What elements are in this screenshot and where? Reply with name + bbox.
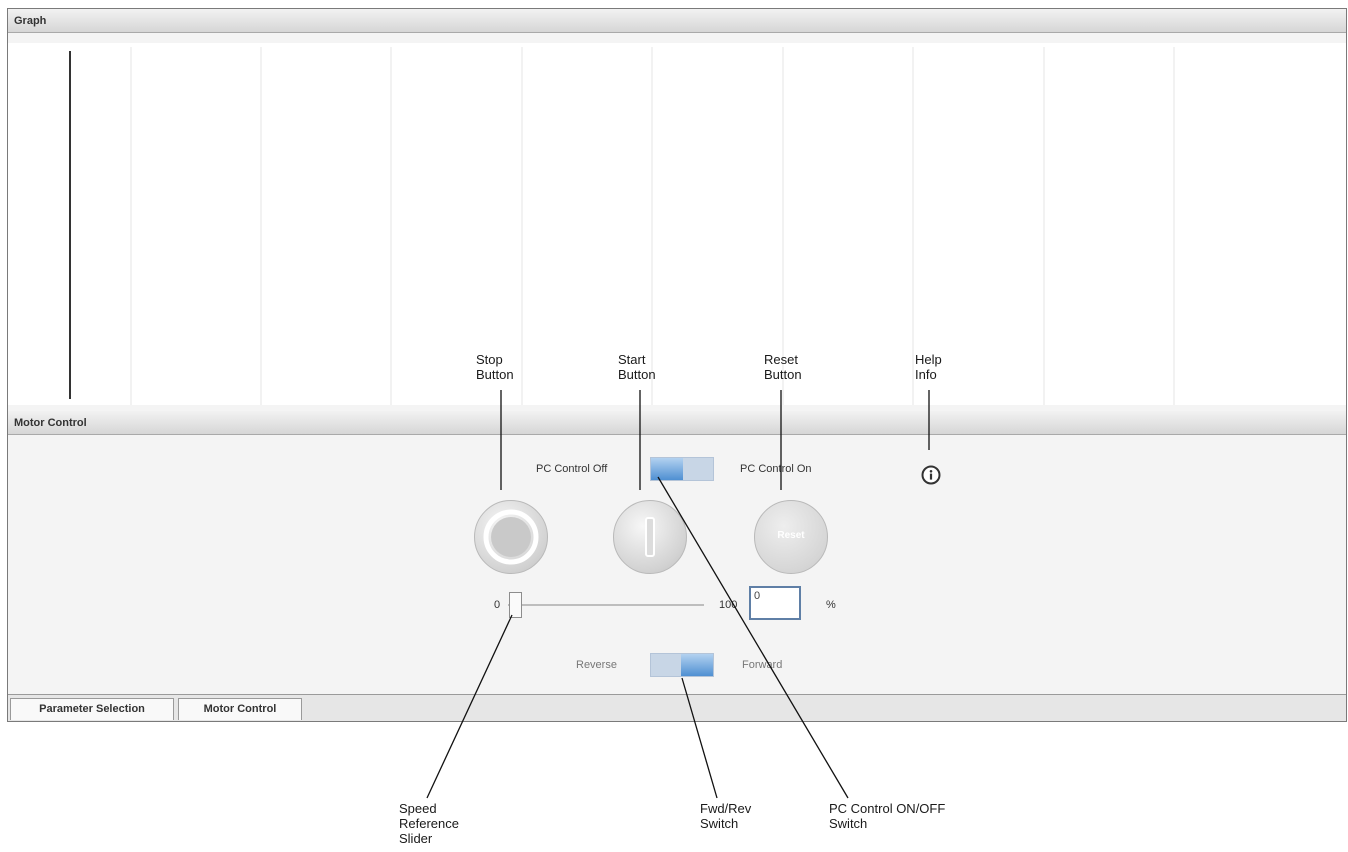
info-icon [921, 465, 941, 485]
graph-plot [69, 47, 1175, 405]
stop-button[interactable] [474, 500, 548, 574]
fwdrev-callout-line2: Switch [700, 816, 739, 831]
app-window: Graph Motor Control PC Control Off PC Co… [7, 8, 1347, 722]
tab-motor-control[interactable]: Motor Control [178, 698, 302, 720]
slider-max-label: 100 [719, 599, 738, 611]
motor-panel-header: Motor Control [8, 411, 1346, 435]
pccontrol-callout: PC Control ON/OFF Switch [829, 801, 945, 831]
reset-button[interactable]: Reset [754, 500, 828, 574]
fwdrev-callout-line1: Fwd/Rev [700, 801, 752, 816]
speed-callout-line1: Speed [399, 801, 437, 816]
start-callout: Start Button [618, 352, 656, 382]
start-callout-line2: Button [618, 367, 656, 382]
percent-label: % [826, 599, 836, 611]
fwdrev-callout: Fwd/Rev Switch [700, 801, 751, 831]
reset-callout-line1: Reset [764, 352, 798, 367]
start-callout-line1: Start [618, 352, 646, 367]
speed-callout: Speed Reference Slider [399, 801, 459, 846]
fwd-rev-switch[interactable] [650, 653, 714, 677]
graph-panel-title: Graph [14, 15, 47, 27]
reset-button-label: Reset [777, 530, 805, 541]
speed-value-input[interactable] [749, 586, 801, 620]
graph-area [8, 43, 1346, 405]
forward-label: Forward [742, 659, 783, 671]
pc-control-switch[interactable] [650, 457, 714, 481]
graph-panel-header: Graph [8, 9, 1346, 33]
stop-ring-icon [483, 509, 539, 565]
speed-slider-thumb[interactable] [509, 592, 522, 618]
pc-control-switch-knob [651, 458, 683, 480]
speed-slider-track[interactable] [508, 604, 704, 606]
help-callout: Help Info [915, 352, 942, 382]
pc-control-off-label: PC Control Off [536, 463, 608, 475]
pccontrol-callout-line1: PC Control ON/OFF [829, 801, 946, 816]
start-bar-icon [645, 517, 655, 557]
help-callout-line2: Info [915, 367, 937, 382]
speed-callout-line3: Slider [399, 831, 433, 846]
start-button[interactable] [613, 500, 687, 574]
motor-panel-title: Motor Control [14, 417, 87, 429]
pc-control-on-label: PC Control On [740, 463, 812, 475]
slider-min-label: 0 [494, 599, 501, 611]
stop-callout-line2: Button [476, 367, 514, 382]
stop-callout: Stop Button [476, 352, 514, 382]
speed-callout-line2: Reference [399, 816, 459, 831]
tab-parameter-selection[interactable]: Parameter Selection [10, 698, 174, 720]
reset-callout: Reset Button [764, 352, 802, 382]
reverse-label: Reverse [576, 659, 617, 671]
pccontrol-callout-line2: Switch [829, 816, 868, 831]
help-callout-line1: Help [915, 352, 942, 367]
bottom-tab-bar: Parameter Selection Motor Control [8, 694, 1346, 721]
reset-callout-line2: Button [764, 367, 802, 382]
motor-control-panel: PC Control Off PC Control On Reset 0 100… [8, 437, 1346, 694]
fwd-rev-switch-knob [681, 654, 713, 676]
help-info-button[interactable] [920, 464, 942, 486]
stop-callout-line1: Stop [476, 352, 503, 367]
